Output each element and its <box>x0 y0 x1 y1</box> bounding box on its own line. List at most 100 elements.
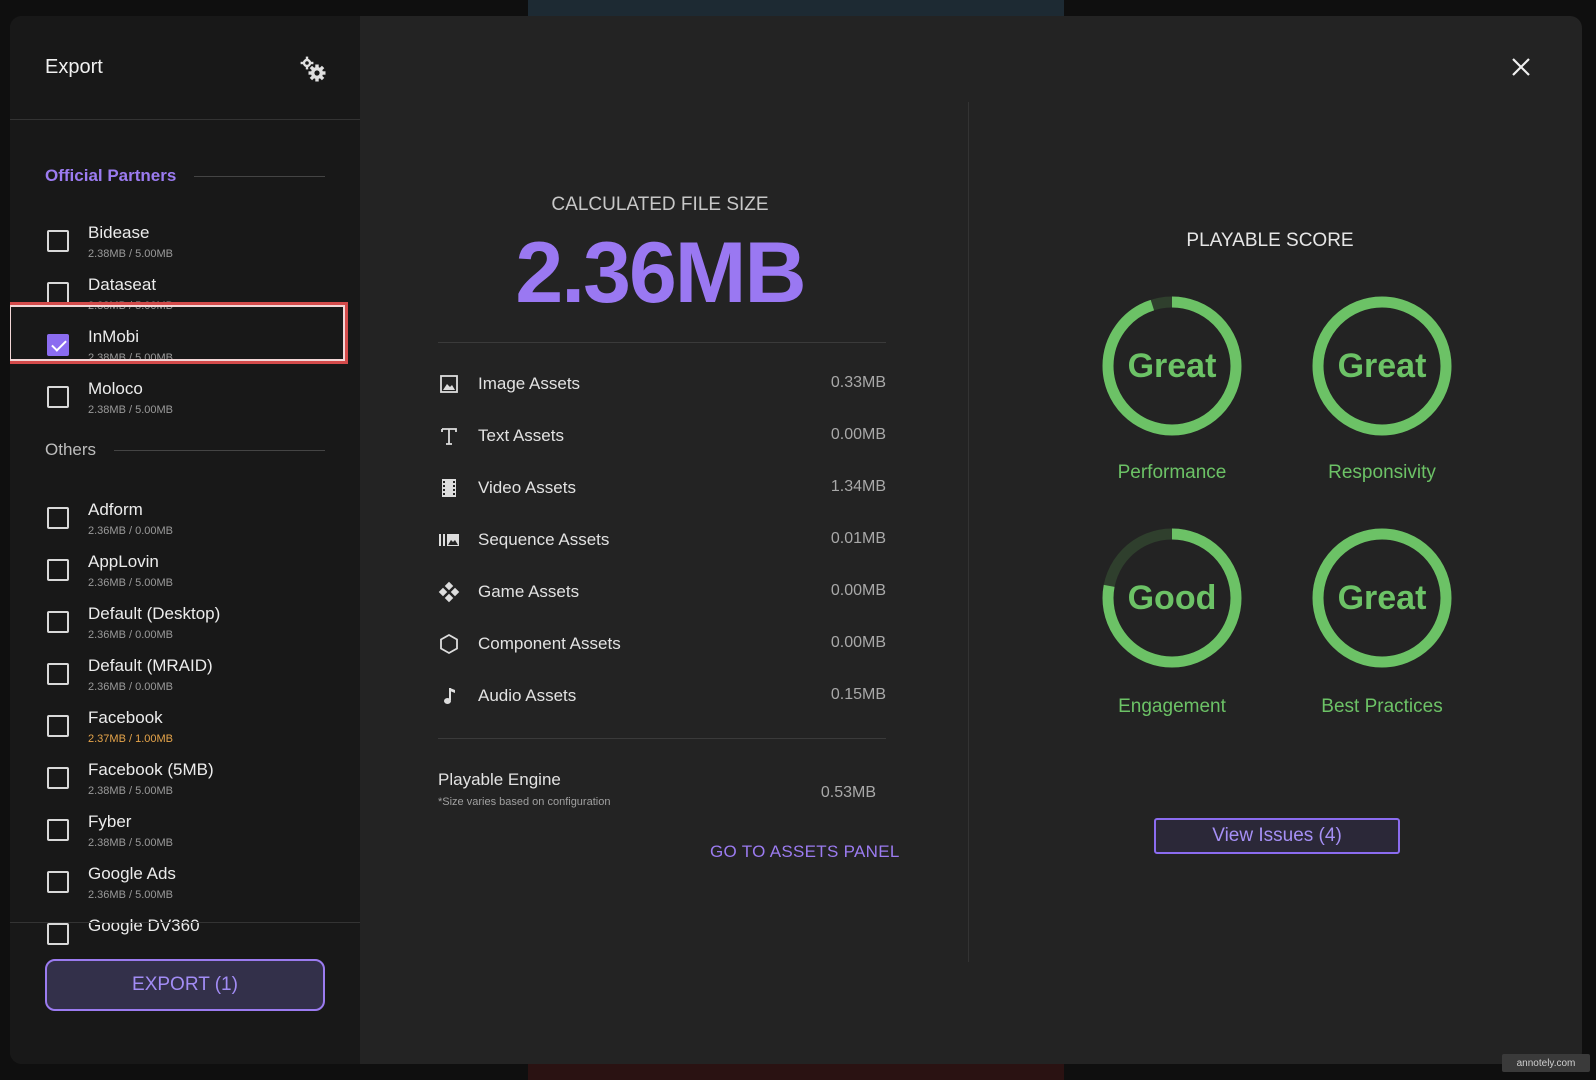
partner-item-fyber[interactable]: Fyber 2.38MB / 5.00MB <box>10 809 360 861</box>
partner-size: 2.38MB / 5.00MB <box>88 404 173 416</box>
go-to-assets-panel-link[interactable]: GO TO ASSETS PANEL <box>710 842 900 862</box>
partner-checkbox[interactable] <box>47 715 69 737</box>
divider <box>438 342 886 343</box>
partner-checkbox[interactable] <box>47 663 69 685</box>
asset-row-audio: Audio Assets 0.15MB <box>438 681 886 711</box>
asset-row-text: Text Assets 0.00MB <box>438 421 886 451</box>
partner-size: 2.36MB / 5.00MB <box>88 577 173 589</box>
gauge-label: Responsivity <box>1328 462 1436 483</box>
gauge-label: Best Practices <box>1321 696 1443 717</box>
partner-name: Facebook (5MB) <box>88 760 214 779</box>
partner-name: Dataseat <box>88 275 157 294</box>
file-size-label: CALCULATED FILE SIZE <box>551 194 769 215</box>
close-icon[interactable] <box>1510 56 1532 78</box>
partner-size: 2.38MB / 5.00MB <box>88 785 173 797</box>
gauge-label: Engagement <box>1118 696 1226 717</box>
export-modal: Export Official Partners Bidease 2.38MB … <box>10 16 1582 1064</box>
asset-label: Audio Assets <box>478 686 577 705</box>
partner-item-bidease[interactable]: Bidease 2.38MB / 5.00MB <box>10 220 360 272</box>
asset-size: 0.33MB <box>830 374 886 391</box>
partner-checkbox-checked[interactable] <box>47 334 69 356</box>
partner-size: 2.36MB / 0.00MB <box>88 681 173 693</box>
partner-checkbox[interactable] <box>47 819 69 841</box>
asset-row-sequence: Sequence Assets 0.01MB <box>438 525 886 555</box>
gauge-rating: Great <box>1127 346 1217 385</box>
partner-item-default-desktop[interactable]: Default (Desktop) 2.36MB / 0.00MB <box>10 601 360 653</box>
asset-label: Game Assets <box>478 582 580 601</box>
partner-checkbox[interactable] <box>47 611 69 633</box>
playable-engine-note: *Size varies based on configuration <box>438 796 611 808</box>
file-size-value: 2.36MB <box>515 225 806 321</box>
asset-label: Text Assets <box>478 426 564 445</box>
section-header-others: Others <box>45 440 325 460</box>
asset-label: Video Assets <box>478 478 576 497</box>
playable-engine-label: Playable Engine <box>438 770 561 789</box>
game-icon <box>438 581 460 603</box>
view-issues-button[interactable]: View Issues (4) <box>1154 818 1400 854</box>
export-sidebar: Export Official Partners Bidease 2.38MB … <box>10 16 360 1064</box>
partner-item-dataseat[interactable]: Dataseat 2.38MB / 5.00MB <box>10 272 360 324</box>
asset-size: 1.34MB <box>830 478 886 495</box>
sidebar-header: Export <box>10 16 360 120</box>
partner-name: Google Ads <box>88 864 176 883</box>
partner-name: Fyber <box>88 812 132 831</box>
export-button[interactable]: EXPORT (1) <box>45 959 325 1011</box>
settings-gears-icon[interactable] <box>298 54 328 84</box>
image-icon <box>438 373 460 395</box>
asset-label: Image Assets <box>478 374 581 393</box>
panel-divider <box>968 102 969 962</box>
asset-row-component: Component Assets 0.00MB <box>438 629 886 659</box>
partner-name: Default (MRAID) <box>88 656 213 675</box>
partner-item-adform[interactable]: Adform 2.36MB / 0.00MB <box>10 497 360 549</box>
sequence-icon <box>438 529 460 551</box>
partner-item-facebook[interactable]: Facebook 2.37MB / 1.00MB <box>10 705 360 757</box>
partner-size-warning: 2.37MB / 1.00MB <box>88 733 173 745</box>
component-icon <box>438 633 460 655</box>
partner-item-facebook-5mb[interactable]: Facebook (5MB) 2.38MB / 5.00MB <box>10 757 360 809</box>
partner-checkbox[interactable] <box>47 871 69 893</box>
partner-item-moloco[interactable]: Moloco 2.38MB / 5.00MB <box>10 376 360 428</box>
partner-checkbox[interactable] <box>47 230 69 252</box>
partner-checkbox[interactable] <box>47 386 69 408</box>
partner-size: 2.38MB / 5.00MB <box>88 837 173 849</box>
text-icon <box>438 425 460 447</box>
partner-size: 2.36MB / 5.00MB <box>88 889 173 901</box>
partner-list[interactable]: Official Partners Bidease 2.38MB / 5.00M… <box>10 120 360 956</box>
asset-size: 0.00MB <box>830 634 886 651</box>
asset-size: 0.00MB <box>830 426 886 443</box>
gauge-rating: Great <box>1337 346 1427 385</box>
partner-size: 2.36MB / 0.00MB <box>88 629 173 641</box>
partner-checkbox[interactable] <box>47 767 69 789</box>
background-strip <box>528 1064 1064 1080</box>
section-title: Official Partners <box>45 166 177 185</box>
partner-size: 2.38MB / 5.00MB <box>88 352 173 364</box>
sidebar-title: Export <box>45 56 103 78</box>
partner-item-default-mraid[interactable]: Default (MRAID) 2.36MB / 0.00MB <box>10 653 360 705</box>
partner-name: Moloco <box>88 379 143 398</box>
partner-name: InMobi <box>88 327 140 346</box>
partner-checkbox[interactable] <box>47 559 69 581</box>
section-title: Others <box>45 440 97 459</box>
partner-name: Default (Desktop) <box>88 604 221 623</box>
partner-name: Adform <box>88 500 143 519</box>
score-gauge-performance: Great <box>1100 294 1244 438</box>
partner-checkbox[interactable] <box>47 282 69 304</box>
asset-size: 0.15MB <box>830 686 886 703</box>
partner-item-google-ads[interactable]: Google Ads 2.36MB / 5.00MB <box>10 861 360 913</box>
asset-row-image: Image Assets 0.33MB <box>438 369 886 399</box>
section-divider <box>114 449 325 451</box>
score-gauge-engagement: Good <box>1100 526 1244 670</box>
partner-name: AppLovin <box>88 552 159 571</box>
partner-item-inmobi[interactable]: InMobi 2.38MB / 5.00MB <box>10 324 360 376</box>
asset-row-video: Video Assets 1.34MB <box>438 473 886 503</box>
asset-size: 0.01MB <box>830 530 886 547</box>
section-header-official-partners: Official Partners <box>45 166 325 186</box>
gauge-rating: Good <box>1127 578 1217 617</box>
asset-label: Sequence Assets <box>478 530 610 549</box>
partner-item-applovin[interactable]: AppLovin 2.36MB / 5.00MB <box>10 549 360 601</box>
partner-name: Facebook <box>88 708 163 727</box>
gauge-label: Performance <box>1117 462 1227 483</box>
partner-name: Bidease <box>88 223 150 242</box>
playable-engine-size: 0.53MB <box>820 784 876 801</box>
partner-checkbox[interactable] <box>47 507 69 529</box>
